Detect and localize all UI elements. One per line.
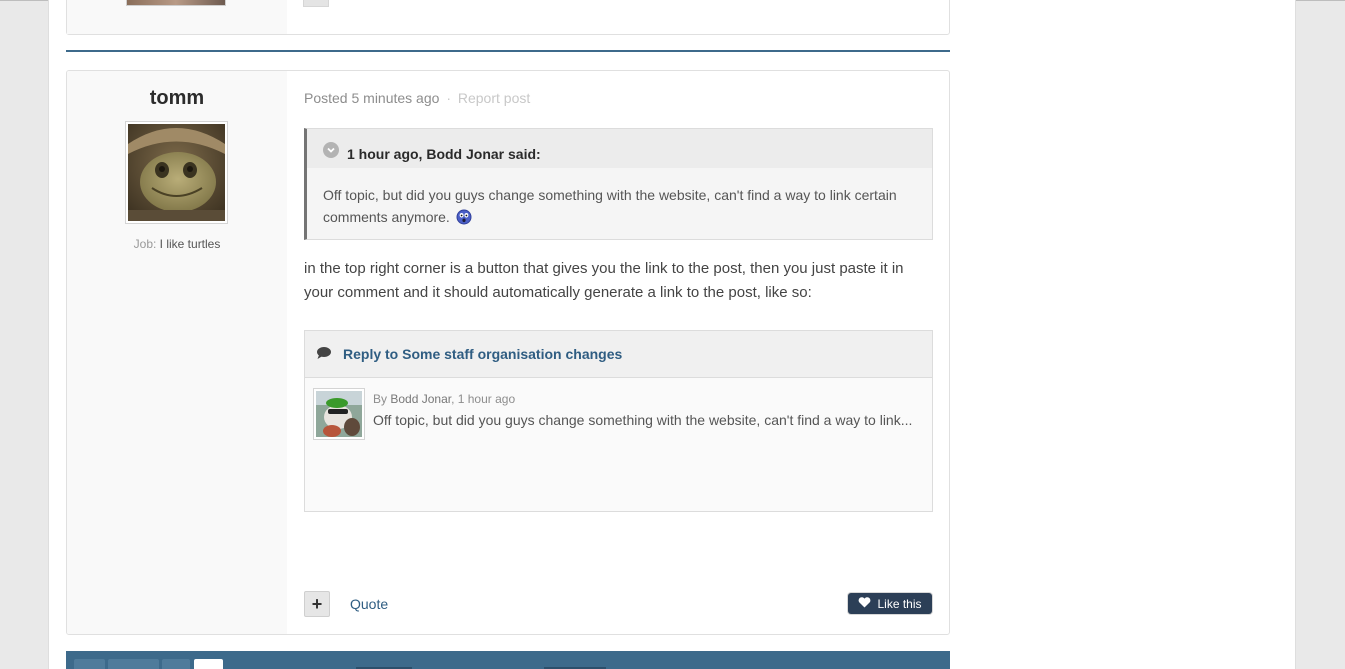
post-meta: Posted 5 minutes ago · Report post — [304, 90, 530, 106]
author-job: Job: I like turtles — [67, 237, 287, 251]
author-column: tomm Job: I like turtles — [67, 71, 287, 634]
embedded-post-link[interactable]: Reply to Some staff organisation changes — [304, 330, 933, 512]
heart-icon — [858, 596, 871, 611]
embed-time: , 1 hour ago — [451, 392, 516, 406]
previous-post-avatar — [126, 0, 226, 6]
frog-avatar-image — [316, 391, 362, 437]
comment-bubble-icon — [316, 346, 332, 363]
post-content: Posted 5 minutes ago · Report post 1 hou… — [304, 71, 933, 634]
quote-body: Off topic, but did you guys change somet… — [307, 168, 932, 228]
previous-post-plus-button[interactable] — [303, 0, 329, 7]
previous-post-author-column — [67, 0, 287, 34]
previous-post — [66, 0, 950, 35]
chevron-down-icon[interactable] — [323, 141, 339, 158]
shocked-emoji-icon — [456, 209, 472, 225]
embed-header[interactable]: Reply to Some staff organisation changes — [305, 331, 932, 378]
author-avatar[interactable] — [125, 121, 228, 224]
report-post-link[interactable]: Report post — [458, 90, 530, 106]
post-body-text: in the top right corner is a button that… — [304, 260, 904, 301]
quote-button[interactable]: Quote — [350, 596, 388, 612]
pagination-current-page[interactable] — [194, 659, 223, 669]
quoted-post: 1 hour ago, Bodd Jonar said: Off topic, … — [304, 128, 933, 240]
post-separator — [66, 50, 950, 52]
author-name[interactable]: tomm — [67, 87, 287, 110]
posted-time[interactable]: Posted 5 minutes ago — [304, 90, 439, 106]
pagination-page[interactable] — [162, 659, 190, 669]
embed-excerpt: Off topic, but did you guys change somet… — [373, 412, 913, 428]
embed-byline: By Bodd Jonar, 1 hour ago — [373, 392, 515, 406]
like-button-label: Like this — [877, 596, 922, 611]
turtle-avatar-image — [128, 124, 225, 221]
embed-author-name[interactable]: Bodd Jonar — [390, 392, 451, 406]
embed-author-avatar[interactable] — [313, 388, 365, 440]
quote-header[interactable]: 1 hour ago, Bodd Jonar said: — [307, 129, 932, 168]
author-job-value: I like turtles — [159, 237, 221, 251]
pagination-bar — [66, 651, 950, 669]
post: tomm Job: I like turtles Posted 5 minute… — [66, 70, 950, 635]
pagination-first[interactable] — [74, 659, 105, 669]
like-button[interactable]: Like this — [848, 593, 932, 614]
quote-text: Off topic, but did you guys change somet… — [323, 187, 897, 225]
embed-title[interactable]: Reply to Some staff organisation changes — [343, 346, 622, 362]
pagination-prev[interactable] — [108, 659, 159, 669]
multi-quote-plus-button[interactable]: + — [304, 591, 330, 617]
meta-separator: · — [446, 90, 451, 106]
embed-by-prefix: By — [373, 392, 388, 406]
quote-citation: 1 hour ago, Bodd Jonar said: — [347, 146, 541, 162]
author-job-label: Job: — [133, 237, 157, 251]
